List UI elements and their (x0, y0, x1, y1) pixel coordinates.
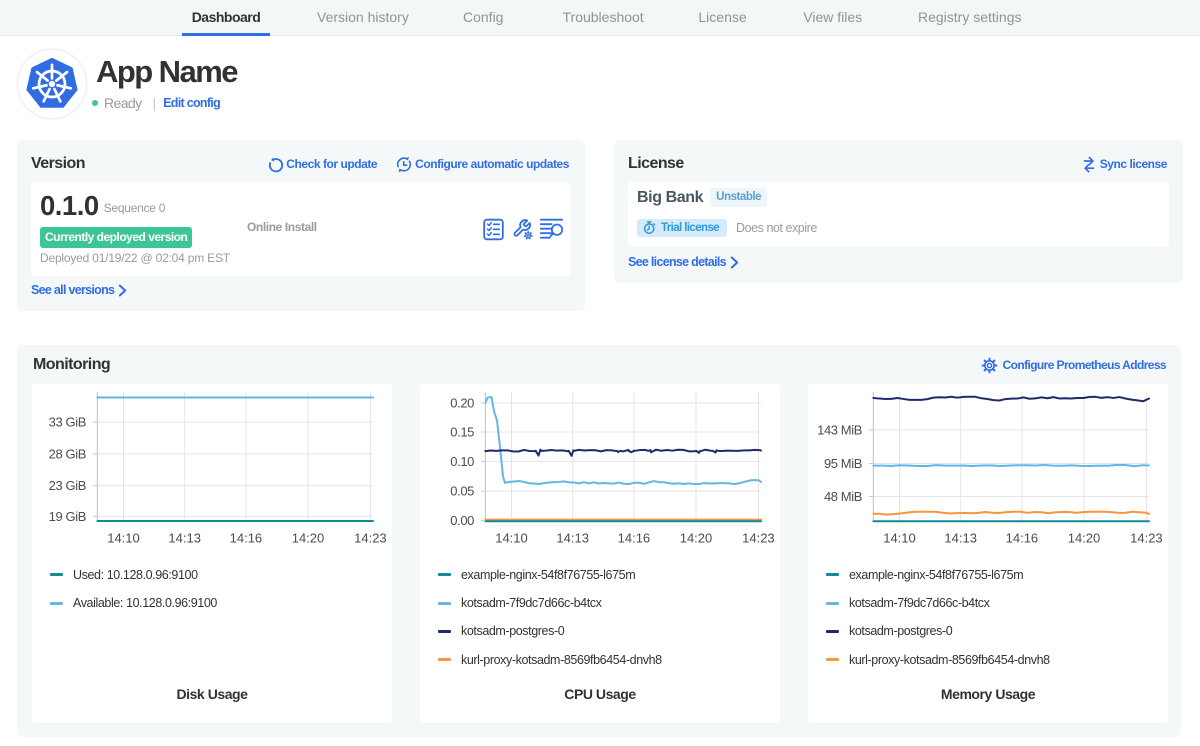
svg-text:14:23: 14:23 (354, 531, 387, 546)
svg-text:14:23: 14:23 (742, 531, 775, 546)
svg-text:14:13: 14:13 (944, 531, 977, 546)
svg-text:14:10: 14:10 (495, 531, 528, 546)
svg-text:0.15: 0.15 (450, 425, 474, 440)
svg-text:14:16: 14:16 (230, 531, 263, 546)
svg-text:0.20: 0.20 (450, 395, 474, 410)
svg-text:48 MiB: 48 MiB (824, 489, 862, 504)
svg-text:14:20: 14:20 (1068, 531, 1101, 546)
svg-text:14:16: 14:16 (618, 531, 651, 546)
svg-text:0.00: 0.00 (450, 513, 474, 528)
svg-text:19 GiB: 19 GiB (49, 509, 86, 524)
svg-text:14:16: 14:16 (1006, 531, 1039, 546)
svg-text:14:23: 14:23 (1130, 531, 1163, 546)
svg-text:0.10: 0.10 (450, 454, 474, 469)
svg-text:14:13: 14:13 (556, 531, 589, 546)
svg-text:14:13: 14:13 (168, 531, 201, 546)
svg-text:33 GiB: 33 GiB (49, 415, 86, 430)
svg-text:28 GiB: 28 GiB (49, 446, 86, 461)
svg-text:14:20: 14:20 (680, 531, 713, 546)
svg-text:14:10: 14:10 (883, 531, 916, 546)
svg-text:23 GiB: 23 GiB (49, 478, 86, 493)
svg-text:14:10: 14:10 (107, 531, 140, 546)
svg-text:0.05: 0.05 (450, 484, 474, 499)
svg-text:14:20: 14:20 (292, 531, 325, 546)
svg-text:95 MiB: 95 MiB (824, 456, 862, 471)
svg-text:143 MiB: 143 MiB (817, 422, 862, 437)
